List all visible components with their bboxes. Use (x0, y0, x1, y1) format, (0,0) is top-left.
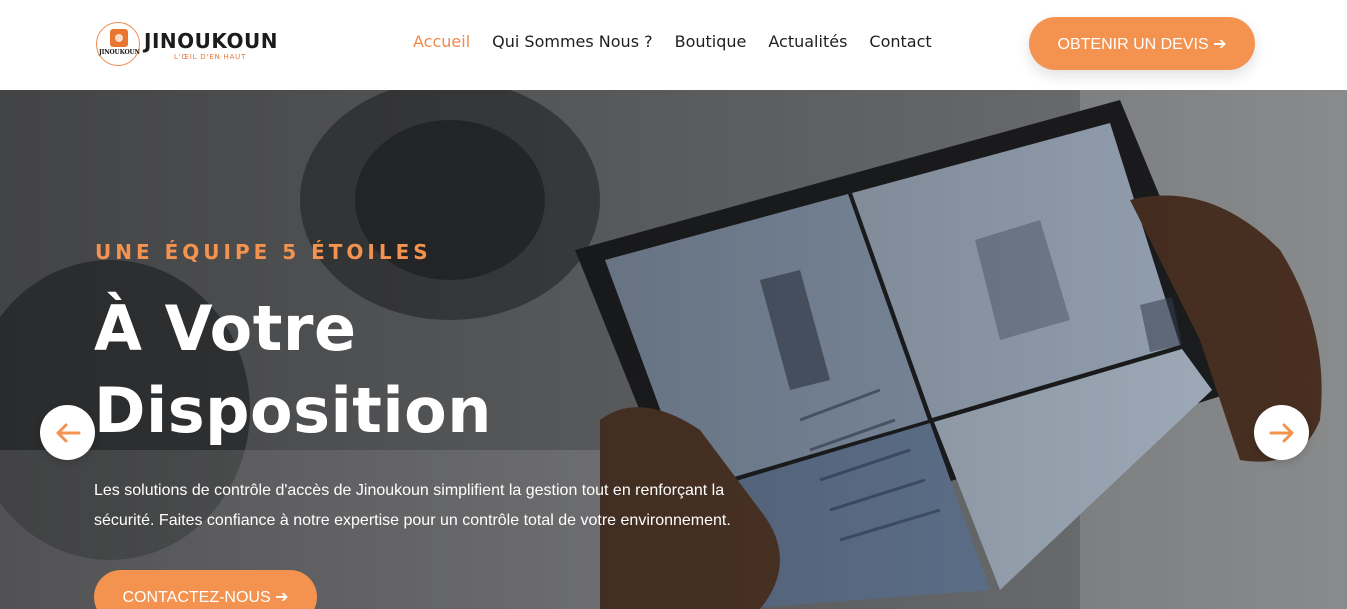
nav-item-accueil[interactable]: Accueil (413, 32, 470, 51)
slider-prev-button[interactable] (40, 405, 95, 460)
hero-headline: À Votre Disposition (94, 288, 492, 452)
hero-paragraph: Les solutions de contrôle d'accès de Jin… (94, 482, 731, 529)
site-header: JINOUKOUN JINOUKOUN L'ŒIL D'EN HAUT Accu… (0, 0, 1347, 90)
main-nav: Accueil Qui Sommes Nous ? Boutique Actua… (413, 32, 932, 51)
hero-headline-line2: Disposition (94, 374, 492, 447)
nav-item-actualites[interactable]: Actualités (768, 32, 847, 51)
get-quote-button[interactable]: OBTENIR UN DEVIS ➔ (1029, 17, 1255, 70)
hero-slider: UNE ÉQUIPE 5 ÉTOILES À Votre Disposition… (0, 90, 1347, 609)
contact-us-button[interactable]: CONTACTEZ-NOUS ➔ (94, 570, 317, 609)
logo-badge-icon: JINOUKOUN (96, 22, 140, 66)
hero-headline-line1: À Votre (94, 292, 357, 365)
brand-name: JINOUKOUN (144, 29, 278, 53)
arrow-right-icon (1269, 423, 1293, 442)
arrow-left-icon (56, 423, 80, 442)
nav-item-boutique[interactable]: Boutique (675, 32, 747, 51)
logo[interactable]: JINOUKOUN JINOUKOUN L'ŒIL D'EN HAUT (96, 20, 286, 68)
brand-tagline: L'ŒIL D'EN HAUT (174, 53, 247, 61)
slider-next-button[interactable] (1254, 405, 1309, 460)
nav-item-qui-sommes-nous[interactable]: Qui Sommes Nous ? (492, 32, 652, 51)
logo-text: JINOUKOUN L'ŒIL D'EN HAUT (144, 27, 278, 61)
hero-eyebrow: UNE ÉQUIPE 5 ÉTOILES (95, 240, 432, 264)
nav-item-contact[interactable]: Contact (869, 32, 931, 51)
